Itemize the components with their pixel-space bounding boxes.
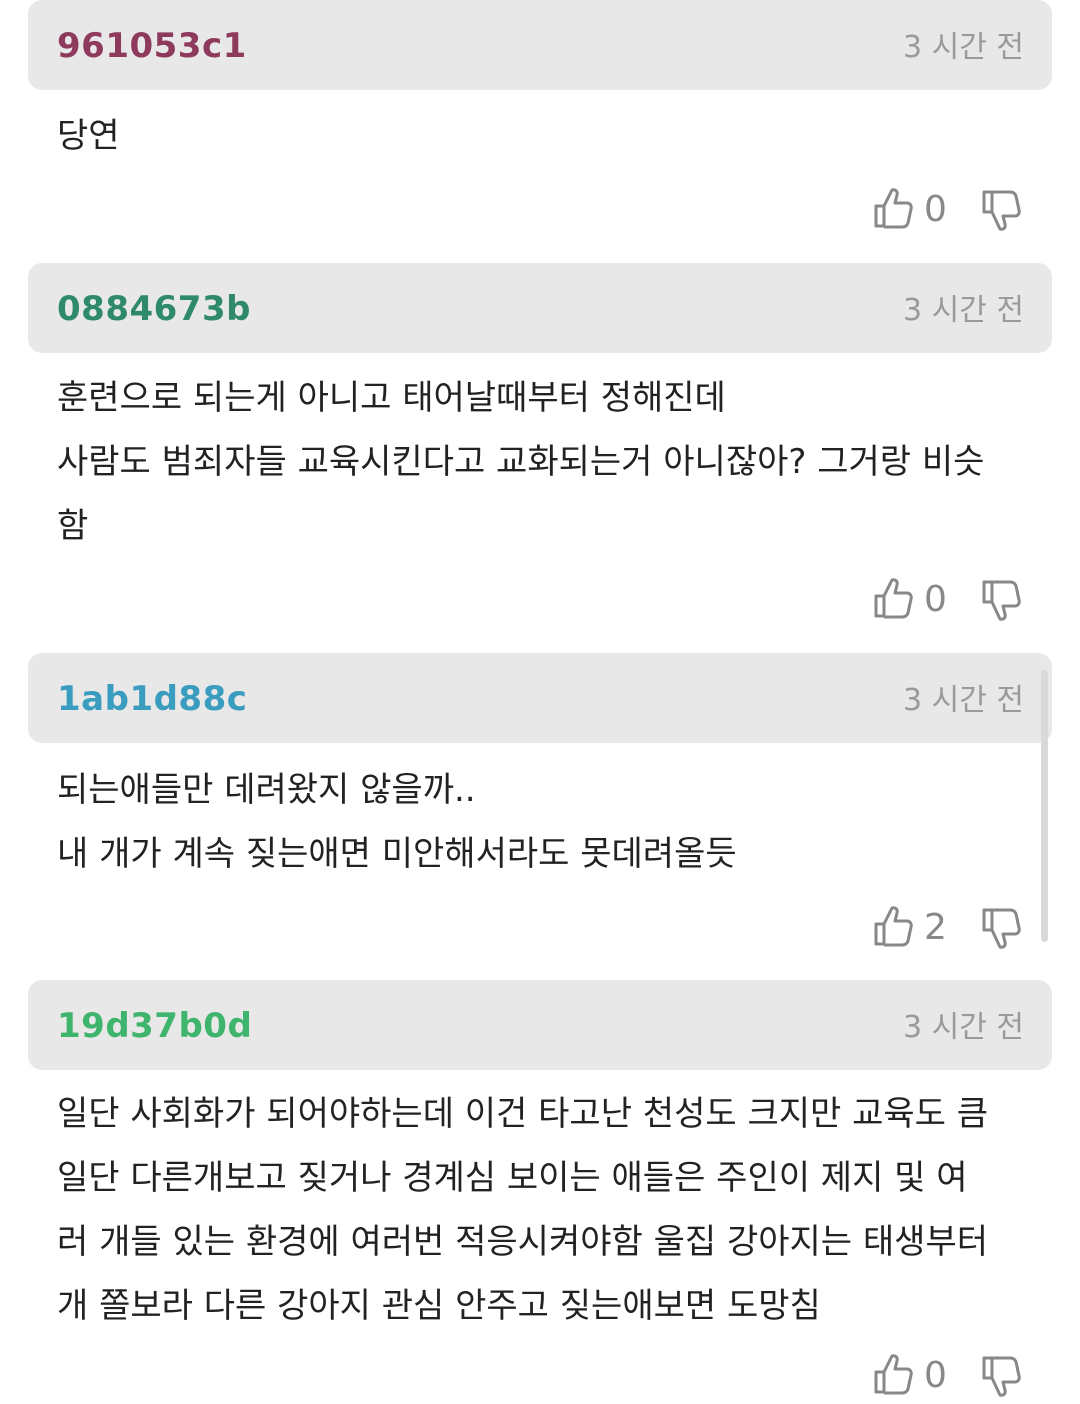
like-button[interactable]: 0 [872, 186, 947, 234]
thumbs-down-icon [980, 190, 1024, 238]
comment-timestamp: 3 시간 전 [903, 1010, 1024, 1045]
comment-username[interactable]: 1ab1d88c [57, 679, 247, 719]
comment-timestamp: 3 시간 전 [903, 30, 1024, 65]
thumbs-up-icon [872, 576, 914, 624]
vote-bar: 0 [0, 576, 1080, 628]
like-count: 0 [924, 579, 947, 620]
comment-text-line: 러 개들 있는 환경에 여러번 적응시켜야함 울집 강아지는 태생부터 [57, 1222, 989, 1262]
dislike-button[interactable] [980, 578, 1024, 624]
comment-header: 19d37b0d 3 시간 전 [28, 980, 1052, 1070]
comment-username[interactable]: 961053c1 [57, 26, 247, 66]
dislike-button[interactable] [980, 906, 1024, 952]
comment-username[interactable]: 19d37b0d [57, 1006, 252, 1046]
comment-text-line: 훈련으로 되는게 아니고 태어날때부터 정해진데 [57, 378, 726, 418]
like-count: 2 [924, 907, 947, 948]
comment-text: 되는애들만 데려왔지 않을까.. 내 개가 계속 짖는애면 미안해서라도 못데려… [57, 758, 1057, 886]
vote-bar: 2 [0, 904, 1080, 956]
vote-bar: 0 [0, 1352, 1080, 1404]
comment-text-line: 함 [57, 506, 89, 546]
vote-bar: 0 [0, 186, 1080, 238]
comment-text: 당연 [57, 104, 1057, 168]
comment-timestamp: 3 시간 전 [903, 293, 1024, 328]
like-count: 0 [924, 189, 947, 230]
comment-header: 1ab1d88c 3 시간 전 [28, 653, 1052, 743]
like-button[interactable]: 0 [872, 1352, 947, 1400]
comment-text-line: 당연 [57, 116, 120, 156]
scrollbar[interactable] [1041, 670, 1048, 942]
comment-username[interactable]: 0884673b [57, 289, 251, 329]
like-count: 0 [924, 1355, 947, 1396]
comment-header: 0884673b 3 시간 전 [28, 263, 1052, 353]
like-button[interactable]: 0 [872, 576, 947, 624]
thumbs-down-icon [980, 580, 1024, 628]
comment-timestamp: 3 시간 전 [903, 683, 1024, 718]
thumbs-up-icon [872, 904, 914, 952]
comment-text-line: 사람도 범죄자들 교육시킨다고 교화되는거 아니잖아? 그거랑 비슷 [57, 442, 985, 482]
like-button[interactable]: 2 [872, 904, 947, 952]
thumbs-down-icon [980, 1356, 1024, 1404]
thumbs-down-icon [980, 908, 1024, 956]
comment-text-line: 개 쫄보라 다른 강아지 관심 안주고 짖는애보면 도망침 [57, 1286, 821, 1326]
comment-text-line: 되는애들만 데려왔지 않을까.. [57, 770, 476, 810]
comment-text-line: 일단 다른개보고 짖거나 경계심 보이는 애들은 주인이 제지 및 여 [57, 1158, 968, 1198]
comment-text-line: 일단 사회화가 되어야하는데 이건 타고난 천성도 크지만 교육도 큼 [57, 1094, 989, 1134]
comment-text: 훈련으로 되는게 아니고 태어날때부터 정해진데 사람도 범죄자들 교육시킨다고… [57, 366, 1057, 558]
comment-text: 일단 사회화가 되어야하는데 이건 타고난 천성도 크지만 교육도 큼 일단 다… [57, 1082, 1057, 1338]
thumbs-up-icon [872, 1352, 914, 1400]
comment-text-line: 내 개가 계속 짖는애면 미안해서라도 못데려올듯 [57, 834, 737, 874]
thumbs-up-icon [872, 186, 914, 234]
dislike-button[interactable] [980, 188, 1024, 234]
dislike-button[interactable] [980, 1354, 1024, 1400]
comment-header: 961053c1 3 시간 전 [28, 0, 1052, 90]
